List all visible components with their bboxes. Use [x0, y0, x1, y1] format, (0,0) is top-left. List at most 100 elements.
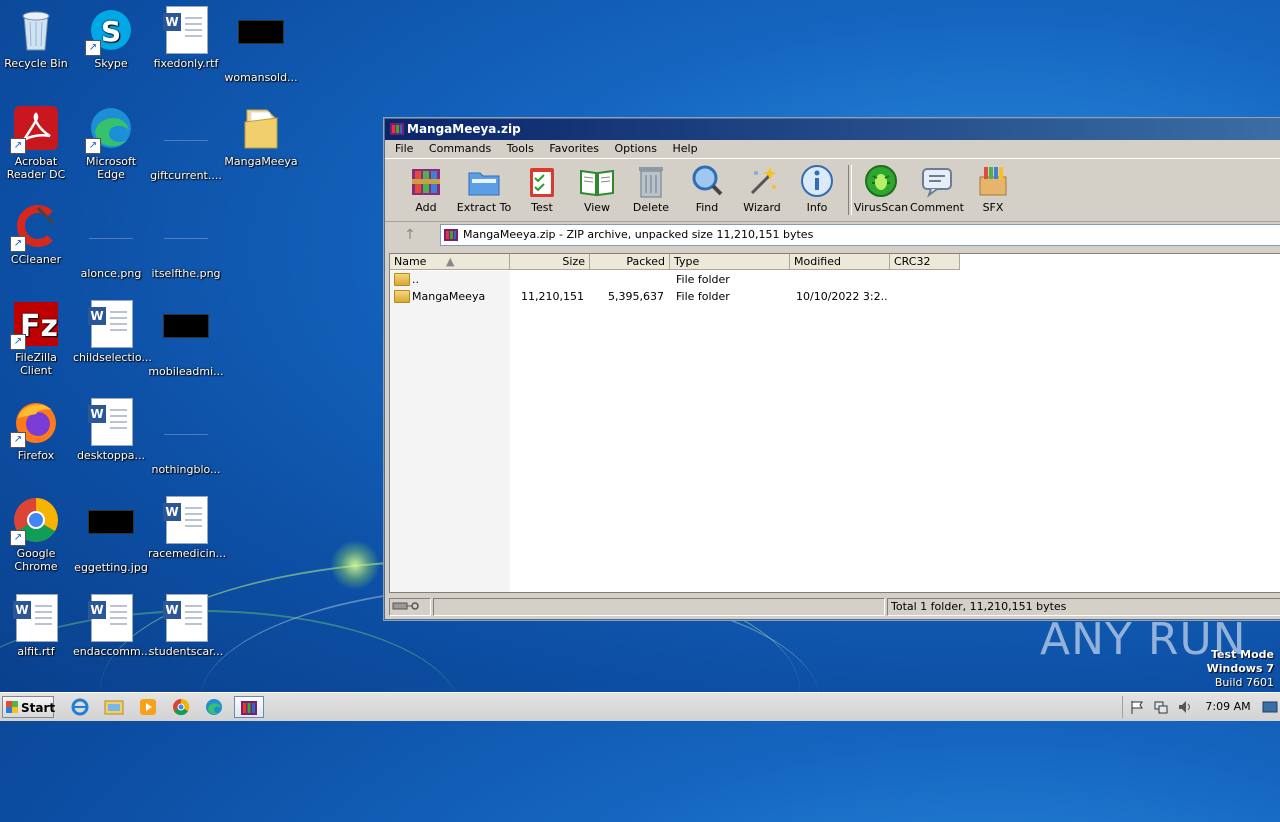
virus-bug-icon	[863, 163, 899, 199]
menu-commands[interactable]: Commands	[423, 142, 497, 155]
desktop-icon-womansold[interactable]: womansold...	[223, 6, 299, 84]
table-row[interactable]: MangaMeeya 11,210,151 5,395,637 File fol…	[390, 288, 1280, 305]
desktop-icon-itselfthe[interactable]: itselfthe.png	[148, 202, 224, 280]
menu-tools[interactable]: Tools	[501, 142, 540, 155]
desktop-icon-racemedicin[interactable]: W racemedicin...	[148, 496, 226, 560]
firefox-icon: ↗	[10, 398, 60, 448]
window-titlebar[interactable]: MangaMeeya.zip	[385, 119, 1280, 140]
column-header-type[interactable]: Type	[670, 254, 790, 270]
desktop-icon-label: alfit.rtf	[17, 645, 55, 658]
desktop-icon-label: Firefox	[17, 449, 55, 462]
desktop-icon-filezilla[interactable]: Fz ↗ FileZilla Client	[0, 300, 74, 377]
taskbar-explorer[interactable]	[100, 696, 128, 718]
black-image-thumbnail	[87, 510, 135, 558]
desktop-icon-acrobat[interactable]: ↗ Acrobat Reader DC	[0, 104, 74, 181]
window-title: MangaMeeya.zip	[407, 122, 521, 136]
desktop-icon-mangameeya-folder[interactable]: MangaMeeya	[223, 104, 299, 168]
desktop-icon-ccleaner[interactable]: ↗ CCleaner	[0, 202, 74, 266]
extract-to-label: Extract To	[456, 201, 512, 214]
word-document-icon: W	[87, 594, 135, 642]
edge-icon	[206, 699, 222, 715]
cell-name: MangaMeeya	[412, 290, 486, 303]
taskbar-ie[interactable]	[66, 696, 94, 718]
desktop-icon-recycle-bin[interactable]: Recycle Bin	[0, 6, 74, 70]
desktop-icon-skype[interactable]: S ↗ Skype	[73, 6, 149, 70]
test-button[interactable]: Test	[513, 163, 571, 214]
delete-button[interactable]: Delete	[622, 163, 680, 214]
arrow-up-icon: ↑	[404, 227, 416, 243]
menu-favorites[interactable]: Favorites	[543, 142, 605, 155]
column-header-size[interactable]: Size	[510, 254, 590, 270]
table-row-parent[interactable]: .. File folder	[390, 271, 1280, 288]
desktop-icon-alonce[interactable]: alonce.png	[73, 202, 149, 280]
desktop-icon-firefox[interactable]: ↗ Firefox	[0, 398, 74, 462]
internet-explorer-icon	[71, 698, 89, 716]
desktop-icon-label: desktoppa...	[76, 449, 146, 462]
cell-modified: 10/10/2022 3:2...	[796, 290, 888, 303]
desktop-icon-edge[interactable]: ↗ Microsoft Edge	[73, 104, 149, 181]
up-one-level-button[interactable]: ↑	[391, 225, 429, 245]
view-book-icon	[579, 163, 615, 199]
start-button[interactable]: Start	[2, 696, 55, 718]
winrar-icon	[390, 122, 404, 136]
action-center-flag-icon[interactable]	[1130, 700, 1144, 714]
desktop-icon-eggetting[interactable]: eggetting.jpg	[73, 496, 149, 574]
add-button[interactable]: Add	[397, 163, 455, 214]
taskbar-chrome[interactable]	[167, 696, 195, 718]
show-desktop-icon[interactable]	[1262, 700, 1278, 714]
sfx-button[interactable]: SFX	[964, 163, 1022, 214]
network-icon[interactable]	[1154, 700, 1168, 714]
blank-file-icon	[162, 118, 210, 166]
desktop-icon-mobileadmi[interactable]: mobileadmi...	[148, 300, 224, 378]
column-header-crc32[interactable]: CRC32	[890, 254, 960, 270]
desktop-icon-studentscar[interactable]: W studentscar...	[148, 594, 224, 658]
magnifier-icon	[689, 163, 725, 199]
menu-options[interactable]: Options	[609, 142, 663, 155]
path-text: MangaMeeya.zip - ZIP archive, unpacked s…	[463, 228, 814, 241]
desktop-icon-chrome[interactable]: ↗ Google Chrome	[0, 496, 74, 573]
extract-to-button[interactable]: Extract To	[455, 163, 513, 214]
desktop-icon-label: mobileadmi...	[148, 365, 224, 378]
winrar-window[interactable]: MangaMeeya.zip File Commands Tools Favor…	[384, 118, 1280, 620]
cell-packed: 5,395,637	[608, 290, 664, 303]
desktop-icon-childselection[interactable]: W childselectio...	[73, 300, 152, 364]
taskbar-media-player[interactable]	[134, 696, 162, 718]
name-column-background	[390, 271, 510, 592]
desktop-icon-label: studentscar...	[148, 645, 224, 658]
black-image-thumbnail	[162, 314, 210, 362]
folder-icon	[394, 290, 410, 303]
word-document-icon: W	[162, 594, 210, 642]
desktop-icon-nothingblo[interactable]: nothingblo...	[148, 398, 224, 476]
menu-help[interactable]: Help	[666, 142, 703, 155]
desktop-icon-desktoppa[interactable]: W desktoppa...	[73, 398, 149, 462]
status-drive-panel[interactable]	[389, 598, 431, 616]
cell-type: File folder	[676, 290, 730, 303]
wizard-button[interactable]: Wizard	[733, 163, 791, 214]
path-field[interactable]: MangaMeeya.zip - ZIP archive, unpacked s…	[440, 224, 1280, 246]
volume-icon[interactable]	[1178, 700, 1192, 714]
column-header-packed[interactable]: Packed	[590, 254, 670, 270]
taskbar-winrar[interactable]	[234, 696, 264, 718]
column-header-modified[interactable]: Modified	[790, 254, 890, 270]
taskbar-clock[interactable]: 7:09 AM	[1200, 693, 1256, 721]
view-button[interactable]: View	[568, 163, 626, 214]
desktop-icon-alfit[interactable]: W alfit.rtf	[0, 594, 74, 658]
info-button[interactable]: Info	[788, 163, 846, 214]
column-header-name[interactable]: Name ▲	[390, 254, 510, 270]
desktop-icon-endaccomm[interactable]: W endaccomm...	[73, 594, 151, 658]
zip-archive-icon	[444, 228, 458, 242]
taskbar: Start 7:09 AM	[0, 692, 1280, 721]
comment-button[interactable]: Comment	[908, 163, 966, 214]
virusscan-button[interactable]: VirusScan	[852, 163, 910, 214]
find-button[interactable]: Find	[678, 163, 736, 214]
menu-file[interactable]: File	[389, 142, 419, 155]
file-list[interactable]: Name ▲ Size Packed Type Modified CRC32 .…	[389, 253, 1280, 593]
desktop-icon-label: Recycle Bin	[4, 57, 68, 70]
test-clipboard-icon	[524, 163, 560, 199]
desktop-icon-label: Skype	[94, 57, 128, 70]
desktop-icon-giftcurrent[interactable]: giftcurrent....	[148, 104, 224, 182]
taskbar-edge[interactable]	[200, 696, 228, 718]
os-label: Windows 7	[1206, 662, 1274, 675]
desktop-icon-fixedonly[interactable]: W fixedonly.rtf	[148, 6, 224, 70]
delete-label: Delete	[632, 201, 670, 214]
